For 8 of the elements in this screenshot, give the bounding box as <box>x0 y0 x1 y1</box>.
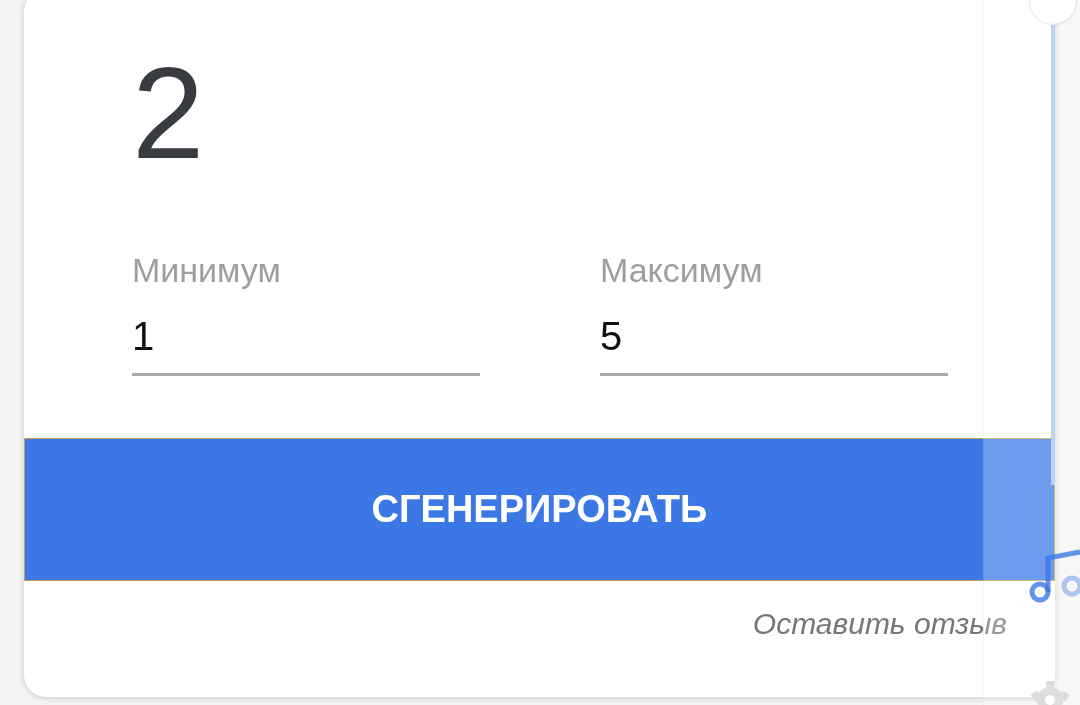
gear-icon[interactable] <box>1030 678 1070 705</box>
feedback-link[interactable]: Оставить отзыв <box>752 607 1007 641</box>
input-field[interactable]: 5 <box>600 298 948 376</box>
generate-button[interactable]: СГЕНЕРИРОВАТЬ <box>24 438 1055 581</box>
field-label: Минимум <box>132 250 282 290</box>
input-field[interactable]: 1 <box>132 298 480 376</box>
result-number: 2 <box>132 48 205 178</box>
field-label: Максимум <box>600 250 764 290</box>
